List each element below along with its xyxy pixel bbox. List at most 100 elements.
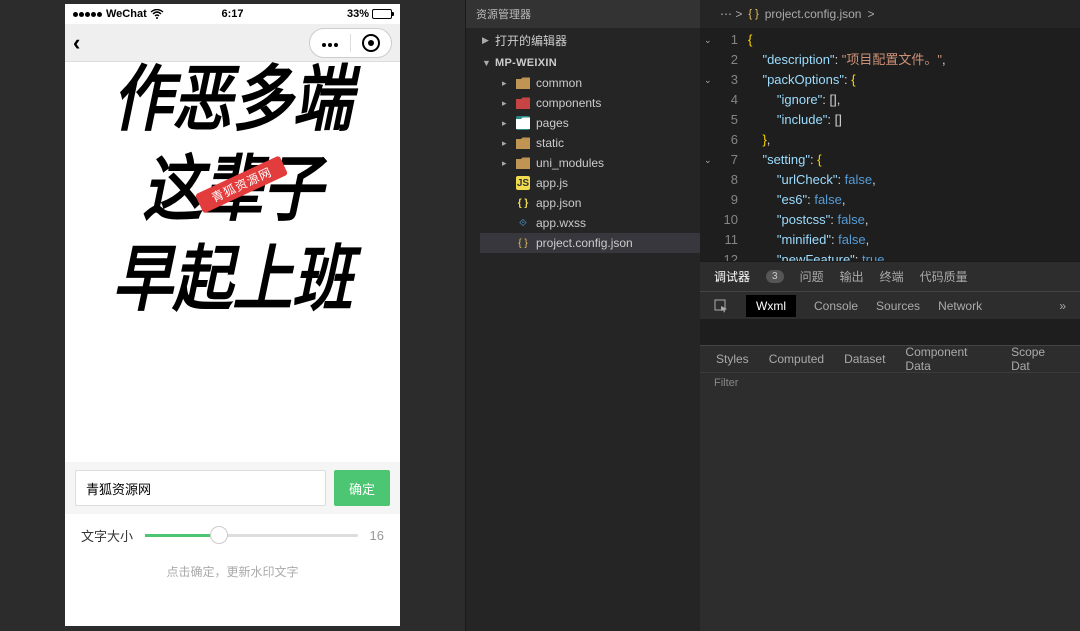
tree-item-app-wxss[interactable]: ⟐ app.wxss	[480, 213, 700, 233]
chevron-right-icon: ▶	[482, 35, 491, 46]
line-gutter: 1⌄23⌄4567⌄891011121314⌄1516171819202122	[700, 28, 748, 261]
root-folder-label: MP-WEIXIN	[495, 57, 557, 69]
tab-debugger[interactable]: 调试器	[714, 268, 750, 285]
folder-icon	[516, 76, 530, 90]
js-icon: JS	[516, 176, 530, 190]
folder-icon	[516, 136, 530, 150]
nav-bar: ‹	[65, 24, 400, 62]
tab-terminal[interactable]: 终端	[880, 268, 904, 285]
tree-item-label: components	[536, 96, 601, 110]
hint-label: 点击确定，更新水印文字	[65, 557, 400, 586]
editor-tab-bar: ⋯ > { } project.config.json >	[700, 0, 1080, 28]
font-size-value: 16	[370, 528, 384, 543]
open-editors-section[interactable]: ▶ 打开的编辑器	[466, 28, 700, 53]
chevron-down-icon: ▼	[482, 58, 491, 68]
styles-tabs: Styles Computed Dataset Component Data S…	[700, 345, 1080, 372]
capsule-more-button[interactable]	[310, 29, 350, 57]
tab-output[interactable]: 输出	[840, 268, 864, 285]
root-folder[interactable]: ▼ MP-WEIXIN	[466, 53, 700, 73]
font-size-row: 文字大小 16	[65, 514, 400, 557]
tree-item-label: app.js	[536, 176, 568, 190]
tab-console[interactable]: Console	[814, 299, 858, 313]
devtools-tabs: Wxml Console Sources Network »	[700, 291, 1080, 319]
tab-component-data[interactable]: Component Data	[905, 345, 991, 373]
fold-chevron-icon[interactable]: ⌄	[704, 150, 712, 170]
tree-item-common[interactable]: ▸ common	[480, 73, 700, 93]
tree-item-label: project.config.json	[536, 236, 633, 250]
status-bar: WeChat 6:17 33%	[65, 4, 400, 24]
tree-item-label: app.json	[536, 196, 581, 210]
chevron-right-icon: ▸	[502, 98, 510, 109]
config-icon: { }	[516, 236, 530, 250]
open-file-tab[interactable]: project.config.json	[765, 7, 862, 21]
fold-chevron-icon[interactable]: ⌄	[704, 70, 712, 90]
battery-icon	[372, 9, 392, 19]
styles-filter-input[interactable]: Filter	[700, 372, 1080, 398]
font-size-label: 文字大小	[81, 526, 133, 545]
open-editors-label: 打开的编辑器	[495, 32, 567, 49]
editor-pane: ⋯ > { } project.config.json > 1⌄23⌄4567⌄…	[700, 0, 1080, 631]
capsule-close-button[interactable]	[351, 29, 391, 57]
file-tree: ▸ common ▸ components ▸ pages ▸ static ▸uni_modu…	[466, 73, 700, 253]
code-editor[interactable]: 1⌄23⌄4567⌄891011121314⌄1516171819202122 …	[700, 28, 1080, 261]
tab-scope-data[interactable]: Scope Dat	[1011, 345, 1064, 373]
wxss-icon: ⟐	[516, 216, 530, 230]
bottom-panel-tabs: 调试器 3 问题 输出 终端 代码质量	[700, 261, 1080, 291]
tree-item-app-js[interactable]: JS app.js	[480, 173, 700, 193]
tree-item-pages[interactable]: ▸ pages	[480, 113, 700, 133]
folder-icon	[516, 156, 530, 170]
slider-thumb[interactable]	[210, 526, 228, 544]
brush-line-1: 作恶多端	[65, 62, 400, 140]
tab-styles[interactable]: Styles	[716, 352, 749, 366]
tab-problems[interactable]: 问题	[800, 268, 824, 285]
simulator-pane: WeChat 6:17 33% ‹ 作恶多端 这辈子 早起上班 青狐资源网	[0, 0, 465, 631]
chevron-right-icon: ▸	[502, 118, 510, 129]
devtools-more-icon[interactable]: »	[1059, 299, 1066, 313]
explorer-pane: 资源管理器 ▶ 打开的编辑器 ▼ MP-WEIXIN ▸ common ▸ compone…	[465, 0, 700, 631]
tree-item-label: pages	[536, 116, 569, 130]
battery-percent-label: 33%	[347, 8, 369, 20]
explorer-title: 资源管理器	[466, 0, 700, 28]
tab-dataset[interactable]: Dataset	[844, 352, 885, 366]
json-file-icon: { }	[748, 8, 758, 20]
clock-label: 6:17	[179, 8, 285, 20]
tree-item-label: uni_modules	[536, 156, 604, 170]
brush-line-3: 早起上班	[65, 240, 400, 319]
chevron-right-icon: ▸	[502, 78, 510, 89]
code-body[interactable]: { "description": "项目配置文件。", "packOptions…	[748, 28, 1080, 261]
watermark-text-input[interactable]	[75, 470, 326, 506]
tab-sources[interactable]: Sources	[876, 299, 920, 313]
confirm-button[interactable]: 确定	[334, 470, 390, 506]
font-size-slider[interactable]	[145, 534, 358, 537]
wifi-icon	[150, 9, 164, 19]
back-icon[interactable]: ‹	[73, 30, 80, 56]
inspect-icon[interactable]	[714, 299, 728, 313]
tree-item-label: app.wxss	[536, 216, 586, 230]
folder-teal-icon	[516, 116, 530, 130]
chevron-right-icon: ▸	[502, 138, 510, 149]
signal-dots-icon	[73, 8, 103, 20]
tree-item-uni_modules[interactable]: ▸uni_modules	[480, 153, 700, 173]
json-icon: { }	[516, 196, 530, 210]
canvas-preview: 作恶多端 这辈子 早起上班 青狐资源网	[65, 62, 400, 462]
breadcrumb-chevron: >	[867, 7, 874, 21]
tab-network[interactable]: Network	[938, 299, 982, 313]
tab-code-quality[interactable]: 代码质量	[920, 268, 968, 285]
tab-computed[interactable]: Computed	[769, 352, 824, 366]
target-icon	[362, 34, 380, 52]
fold-chevron-icon[interactable]: ⌄	[704, 30, 712, 50]
tab-wxml[interactable]: Wxml	[746, 295, 796, 317]
breadcrumb-ellipsis: ⋯ >	[720, 7, 742, 21]
ellipsis-icon	[321, 34, 339, 52]
tree-item-app-json[interactable]: { } app.json	[480, 193, 700, 213]
carrier-label: WeChat	[106, 8, 147, 20]
tree-item-static[interactable]: ▸ static	[480, 133, 700, 153]
tree-item-label: static	[536, 136, 564, 150]
input-row: 确定	[65, 462, 400, 514]
tree-item-project-config-json[interactable]: { } project.config.json	[480, 233, 700, 253]
tree-item-label: common	[536, 76, 582, 90]
capsule-menu	[309, 28, 392, 58]
phone-frame: WeChat 6:17 33% ‹ 作恶多端 这辈子 早起上班 青狐资源网	[65, 4, 400, 626]
tree-item-components[interactable]: ▸ components	[480, 93, 700, 113]
folder-red-icon	[516, 96, 530, 110]
